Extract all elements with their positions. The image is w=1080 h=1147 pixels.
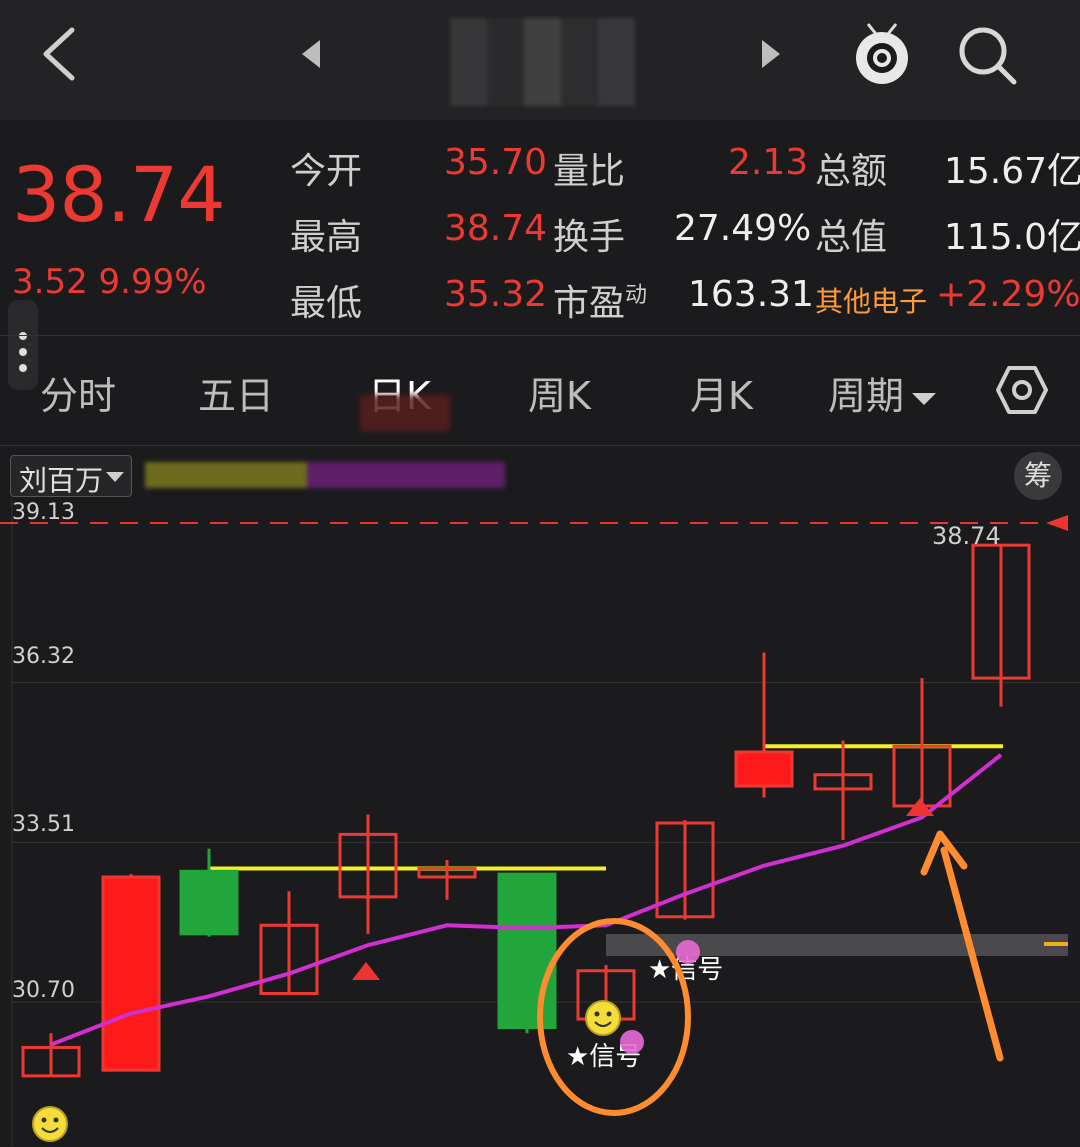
tab-weekly-k[interactable]: 周K bbox=[528, 365, 591, 420]
open-label: 今开 bbox=[290, 151, 363, 192]
pe-value: 163.31 bbox=[688, 274, 814, 315]
amount-label: 总额 bbox=[815, 151, 888, 192]
open-value: 35.70 bbox=[444, 142, 548, 183]
tab-monthly-k[interactable]: 月K bbox=[690, 365, 753, 420]
back-button[interactable] bbox=[38, 26, 88, 82]
vol-ratio-value: 2.13 bbox=[728, 142, 809, 183]
y-tick-label: 36.32 bbox=[12, 644, 75, 669]
robot-eye-icon bbox=[856, 23, 908, 84]
low-value: 35.32 bbox=[444, 274, 548, 315]
pe-label-text: 市盈 bbox=[553, 283, 626, 324]
mktcap-label: 总值 bbox=[815, 217, 888, 258]
high-value: 38.74 bbox=[444, 208, 548, 249]
side-handle[interactable] bbox=[8, 300, 38, 390]
chip-distribution-button[interactable]: 筹 bbox=[1014, 452, 1062, 500]
more-dots-icon bbox=[19, 332, 27, 372]
sector-name[interactable]: 其他电子 bbox=[815, 280, 927, 320]
pe-superscript: 动 bbox=[625, 283, 648, 308]
indicator-label: 刘百万 bbox=[19, 464, 104, 497]
sector-change: +2.29% bbox=[936, 274, 1080, 315]
tab-intraday[interactable]: 分时 bbox=[40, 365, 116, 420]
y-tick-label: 39.13 bbox=[12, 500, 75, 525]
next-stock-button[interactable] bbox=[758, 40, 782, 72]
y-tick-label: 33.51 bbox=[12, 812, 75, 837]
assistant-button[interactable] bbox=[850, 20, 914, 92]
amount-value: 15.67亿 bbox=[944, 151, 1080, 192]
turnover-label: 换手 bbox=[553, 217, 626, 258]
search-button[interactable] bbox=[956, 24, 1020, 92]
prev-stock-button[interactable] bbox=[300, 40, 324, 72]
tab-five-day[interactable]: 五日 bbox=[198, 365, 274, 420]
settings-button[interactable] bbox=[996, 364, 1048, 420]
turnover-value: 27.49% bbox=[674, 208, 812, 249]
change-value: 3.52 bbox=[12, 262, 88, 302]
high-label: 最高 bbox=[290, 217, 363, 258]
indicator-values-blurred bbox=[145, 462, 505, 488]
tab-indicator-blurred bbox=[360, 395, 450, 431]
current-price: 38.74 bbox=[12, 150, 226, 239]
y-tick-label: 30.70 bbox=[12, 978, 75, 1003]
tab-period[interactable]: 周期 bbox=[828, 365, 938, 420]
chevron-left-icon bbox=[43, 27, 75, 81]
search-icon bbox=[959, 27, 1017, 85]
change-percent: 9.99% bbox=[98, 262, 207, 302]
caret-right-icon bbox=[762, 40, 780, 68]
caret-down-icon bbox=[106, 472, 124, 482]
hexagon-settings-icon bbox=[996, 366, 1048, 414]
indicator-selector[interactable]: 刘百万 bbox=[10, 455, 132, 497]
pe-label: 市盈动 bbox=[553, 274, 647, 326]
mktcap-value: 115.0亿 bbox=[944, 217, 1080, 258]
period-label: 周期 bbox=[828, 374, 905, 418]
stock-name-blurred bbox=[450, 18, 635, 106]
chart-area[interactable] bbox=[0, 445, 1080, 1147]
price-change: 3.52 9.99% bbox=[12, 262, 207, 302]
low-label: 最低 bbox=[290, 283, 363, 324]
divider bbox=[0, 335, 1080, 336]
vol-ratio-label: 量比 bbox=[553, 151, 626, 192]
caret-left-icon bbox=[302, 40, 320, 68]
caret-down-icon bbox=[912, 392, 937, 405]
